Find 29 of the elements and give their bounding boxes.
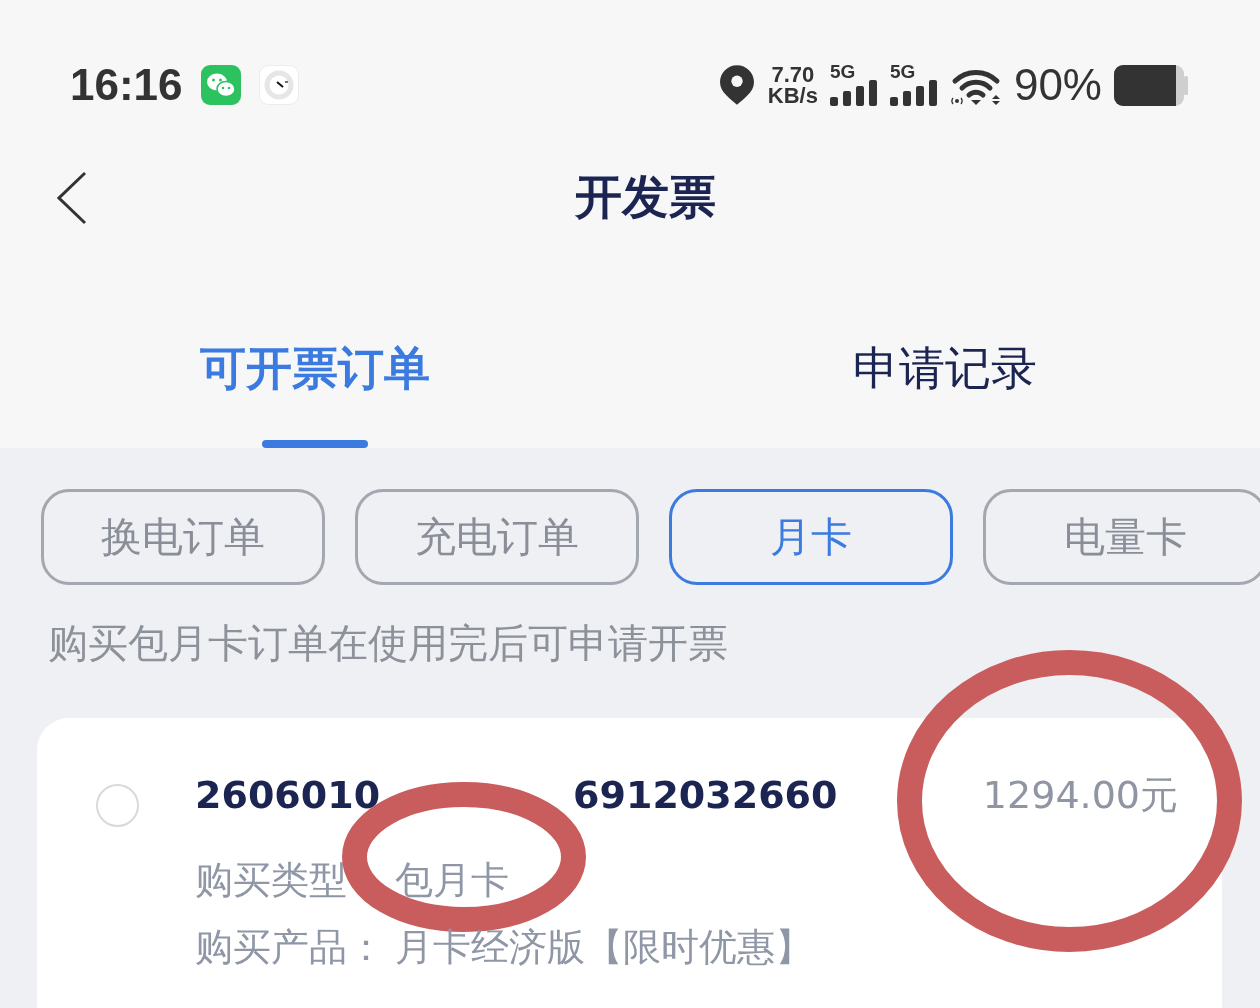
order-price: 1294.00元: [982, 772, 1178, 819]
back-icon[interactable]: [57, 170, 87, 225]
filter-chip[interactable]: 电量卡: [983, 489, 1260, 585]
tab[interactable]: 申请记录: [853, 342, 1037, 448]
hint-text: 购买包月卡订单在使用完后可申请开票: [48, 619, 728, 668]
filter-chip[interactable]: 月卡: [669, 489, 953, 585]
location-pin-icon: [719, 65, 754, 105]
network-type-label: 5G: [889, 64, 916, 80]
detail-label: 购买产品：: [195, 924, 385, 971]
battery-percent: 90%: [1013, 63, 1102, 107]
page-title: 开发票: [574, 168, 716, 226]
network-speed-value: 7.70: [771, 64, 815, 85]
gauge-icon: [258, 65, 299, 105]
network-speed-unit: KB/s: [767, 85, 818, 106]
filter-chip[interactable]: 充电订单: [355, 489, 639, 585]
battery-icon: [1114, 64, 1188, 106]
signal-icon: [889, 80, 938, 106]
signal-icon: [829, 80, 878, 106]
status-time: 16:16: [70, 63, 183, 107]
filter-chip[interactable]: 换电订单: [41, 489, 325, 585]
chat-app-icon: [200, 65, 241, 105]
order-number: 6912032660: [573, 772, 838, 819]
tab[interactable]: 可开票订单: [200, 342, 430, 448]
detail-label: 购买类型: [195, 857, 347, 904]
order-number: 2606010: [195, 772, 381, 819]
detail-value: 包月卡: [395, 857, 509, 904]
radio-button[interactable]: [96, 784, 139, 827]
network-type-label: 5G: [829, 64, 856, 80]
detail-value: 月卡经济版【限时优惠】: [395, 924, 813, 971]
